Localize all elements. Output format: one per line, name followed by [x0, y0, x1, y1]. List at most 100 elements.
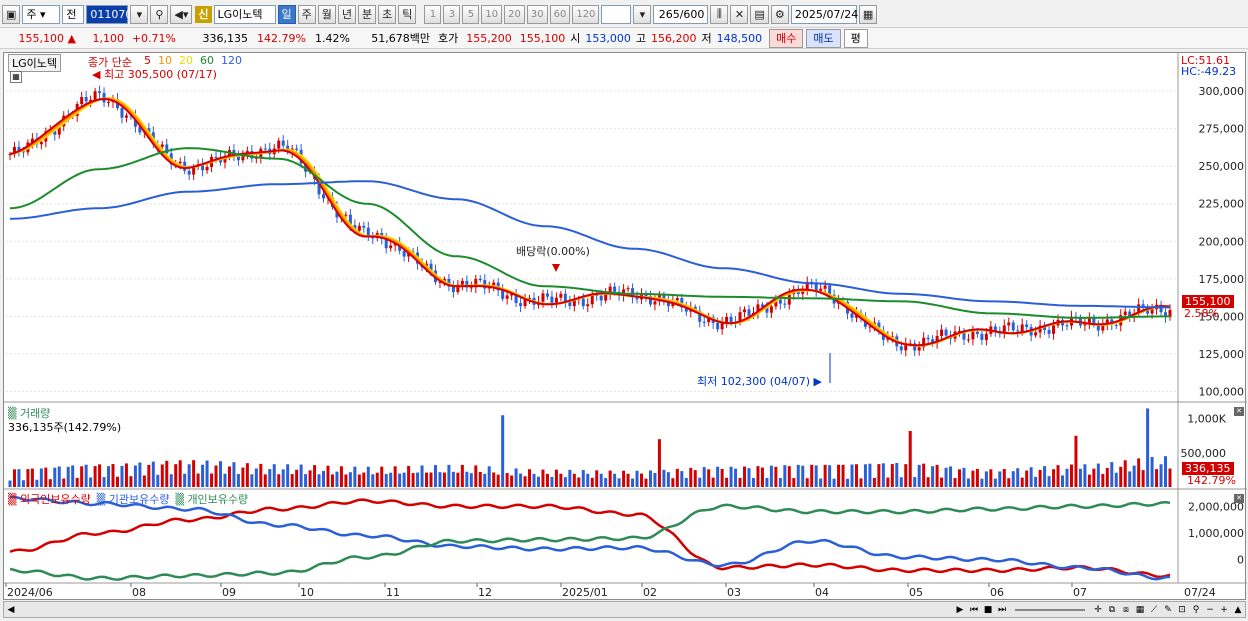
volume-bar	[783, 465, 787, 487]
speaker-icon[interactable]: ◀▾	[170, 4, 193, 24]
minute-option-60[interactable]: 60	[549, 4, 571, 24]
volume-bar	[622, 470, 626, 487]
volume-bar	[62, 478, 66, 487]
holding-legend-item[interactable]: ▒ 외국인보유수량	[8, 493, 91, 506]
volume-bar	[572, 473, 576, 487]
trend-icon[interactable]: ⟋	[1147, 603, 1161, 617]
zoom-in-icon[interactable]: ⚲	[1189, 603, 1203, 617]
minute-option-30[interactable]: 30	[526, 4, 548, 24]
indicator-icon[interactable]: ✕	[730, 4, 749, 24]
volume-bar	[644, 478, 648, 487]
up-arrow-icon[interactable]: ▲	[1231, 603, 1245, 617]
volume-bar	[1141, 470, 1145, 487]
plus-icon[interactable]: +	[1217, 603, 1231, 617]
lock-icon[interactable]: ⊡	[1175, 603, 1189, 617]
cut-icon[interactable]: ⧈	[1119, 603, 1133, 617]
avg-button[interactable]: 평	[843, 28, 868, 48]
volume-bar	[769, 465, 773, 487]
volume-bar	[908, 430, 912, 487]
period-tab-0[interactable]: 일	[277, 4, 296, 24]
volume-bar	[975, 468, 979, 487]
calendar-icon[interactable]: ▦	[858, 4, 878, 24]
volume-bar	[375, 472, 379, 487]
candle-body	[263, 148, 267, 150]
volume-bar	[39, 468, 43, 487]
prev-select[interactable]: 전	[62, 4, 85, 24]
volume-bar	[863, 464, 867, 487]
zoom-slider[interactable]	[1015, 608, 1085, 611]
period-tab-3[interactable]: 년	[337, 4, 357, 24]
volume-bar	[868, 463, 872, 487]
copy-icon[interactable]: ⧉	[1105, 603, 1119, 617]
search-icon[interactable]: ⚲	[150, 4, 169, 24]
max-note-text: 최고 305,500 (07/17)	[103, 68, 217, 81]
candle-body	[716, 322, 720, 330]
sin-badge[interactable]: 신	[195, 5, 212, 23]
gear-icon[interactable]: ⚙	[770, 4, 789, 24]
candle-body	[984, 333, 988, 340]
minute-option-1[interactable]: 1	[424, 4, 442, 24]
candle-body	[626, 288, 630, 290]
holding-legend-item[interactable]: ▒ 기관보유수량	[97, 493, 170, 506]
count-field[interactable]: 265/600	[653, 4, 709, 24]
save-icon[interactable]: ▤	[750, 4, 769, 24]
holding-legend-item[interactable]: ▒ 개인보유수량	[175, 493, 248, 506]
volume-bar	[330, 474, 334, 487]
volume-bar	[904, 464, 908, 487]
minute-option-120[interactable]: 120	[572, 4, 600, 24]
volume-bar	[899, 477, 903, 487]
stock-tag[interactable]: LG이노텍	[8, 54, 62, 72]
volume-bar	[657, 439, 661, 487]
code-dropdown-icon[interactable]: ▾	[130, 4, 149, 24]
volume-bar	[519, 473, 523, 487]
volume-bar	[922, 463, 926, 487]
sell-button[interactable]: 매도	[806, 28, 841, 48]
minute-option-5[interactable]: 5	[462, 4, 480, 24]
candle-body	[322, 194, 326, 199]
scroll-left-icon[interactable]: ◀	[4, 603, 18, 617]
period-tab-1[interactable]: 주	[297, 4, 316, 24]
minus-icon[interactable]: −	[1203, 603, 1217, 617]
candle-type-icon[interactable]: ⫼	[710, 4, 729, 24]
last-page-icon[interactable]: ⏭	[995, 603, 1009, 617]
volume-bar	[44, 467, 48, 487]
window-icon[interactable]: ▣	[2, 4, 21, 24]
first-page-icon[interactable]: ⏮	[967, 603, 981, 617]
volume-bar	[295, 469, 299, 487]
volume-bar	[1114, 472, 1118, 487]
minute-option-20[interactable]: 20	[504, 4, 525, 24]
period-tab-2[interactable]: 월	[317, 4, 336, 24]
date-field[interactable]: 2025/07/24	[790, 4, 858, 24]
period-tab-6[interactable]: 틱	[398, 4, 417, 24]
buy-button[interactable]: 매수	[769, 28, 804, 48]
volume-bar	[71, 465, 75, 487]
period-select[interactable]: 주 ▾	[22, 4, 61, 24]
holding-close-icon[interactable]: ✕	[1234, 494, 1244, 503]
volume-bar	[532, 473, 536, 487]
stock-code-input[interactable]: 011070	[86, 4, 132, 24]
stop-icon[interactable]: ■	[981, 603, 995, 617]
candle-body	[917, 347, 921, 351]
candle-body	[613, 286, 617, 292]
grid-icon[interactable]: ▦	[1133, 603, 1147, 617]
minute-dropdown-icon[interactable]: ▾	[633, 4, 652, 24]
ma-period-120[interactable]: 120	[221, 54, 242, 67]
grid-toggle-icon[interactable]: ▦	[10, 71, 22, 83]
scroll-right-icon[interactable]: ▶	[953, 603, 967, 617]
volume-close-icon[interactable]: ✕	[1234, 407, 1244, 416]
volume-bar	[501, 415, 505, 487]
period-tab-4[interactable]: 분	[358, 4, 377, 24]
chart-area[interactable]: 300,000 275,000 250,000 225,000 200,000 175,0…	[3, 52, 1247, 600]
volume-bar	[716, 466, 720, 487]
minute-custom-input[interactable]	[601, 4, 632, 24]
volume-bar	[523, 476, 527, 487]
minute-option-3[interactable]: 3	[443, 4, 461, 24]
candle-body	[899, 346, 903, 351]
minute-option-10[interactable]: 10	[481, 4, 503, 24]
stock-name-field[interactable]: LG이노텍	[213, 4, 276, 24]
draw-icon[interactable]: ✎	[1161, 603, 1175, 617]
period-tab-5[interactable]: 초	[378, 4, 397, 24]
volume-bar	[268, 469, 272, 487]
volume-bar	[277, 474, 281, 487]
crosshair-icon[interactable]: ✛	[1091, 603, 1105, 617]
